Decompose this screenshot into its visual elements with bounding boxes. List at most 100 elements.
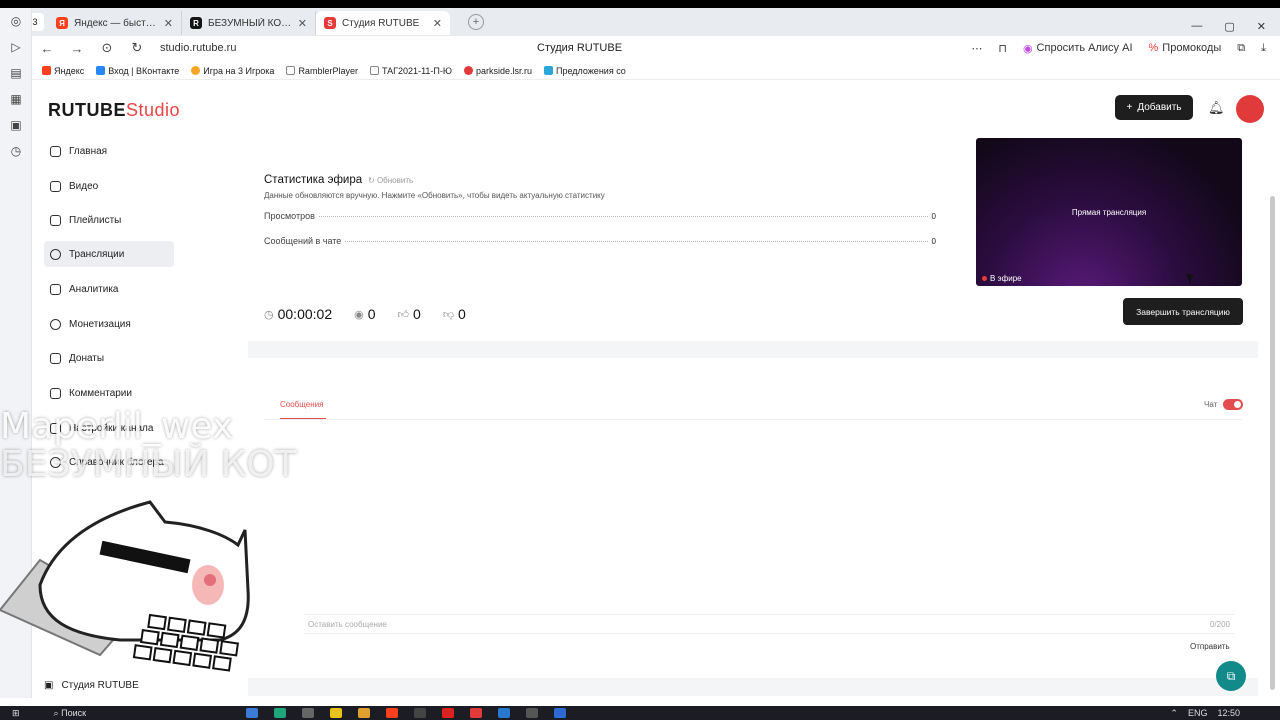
app-icon[interactable] [554,708,566,718]
opera-icon[interactable] [442,708,454,718]
ruble-icon [50,318,61,330]
bookmark-item[interactable]: parkside.lsr.ru [463,66,532,76]
close-window-icon[interactable]: ✕ [1257,20,1266,33]
play-icon[interactable]: ▷ [0,34,32,60]
tab-messages[interactable]: Сообщения [280,400,323,409]
clock[interactable]: 12:50 [1217,708,1240,719]
sidebar-item-home[interactable]: Главная [44,138,174,164]
reload-icon[interactable]: ↻ [122,40,152,56]
minimize-icon[interactable]: — [1191,20,1202,33]
yandex-icon: Я [56,17,68,29]
sidebar-item-video[interactable]: Видео [44,173,174,199]
sidebar-item-monetization[interactable]: Монетизация [44,311,174,337]
tab-cat-video[interactable]: R БЕЗУМНЫЙ КОТ. Смотреть ✕ [182,11,316,35]
app-icon[interactable] [274,708,286,718]
thumbs-down-icon: 👎︎ [442,308,454,321]
stream-preview[interactable]: Прямая трансляция В эфире [976,138,1242,286]
chat-toggle-label: Чат [1204,400,1218,409]
notes-icon[interactable]: ▦ [0,86,32,112]
lang-indicator[interactable]: ENG [1188,708,1208,719]
message-input[interactable]: Оставить сообщение 0/200 [304,614,1234,634]
bookmark-icon[interactable]: ⊓ [998,42,1007,55]
cat-mascot-image [0,500,250,672]
collections-icon[interactable]: ▤ [0,60,32,86]
refresh-button[interactable]: ↻ Обновить [368,176,413,185]
promo-button[interactable]: % Промокоды [1149,42,1222,54]
logo-main: RUTUBE [48,100,126,120]
forward-icon[interactable]: → [62,41,92,56]
stream-stats-card: Статистика эфира ↻ Обновить Данные обнов… [248,136,1258,341]
dot-leader [318,216,928,217]
tab-yandex[interactable]: Я Яндекс — быстрый поиск ✕ [48,11,182,35]
parkside-icon [463,66,473,75]
download-icon[interactable]: ⤓ [1261,42,1266,55]
sidebar-item-analytics[interactable]: Аналитика [44,276,174,302]
likes-metric: 👍︎ 0 [398,306,421,322]
protect-icon[interactable]: ⊙ [92,40,122,56]
add-button[interactable]: + Добавить [1115,95,1193,120]
new-tab-button[interactable]: + [468,14,484,30]
yandex-browser-icon[interactable] [386,708,398,718]
app-icon[interactable] [330,708,342,718]
taskbar: ⊞ ⌕ Поиск ⌃ ENG 12:50 [0,706,1280,720]
live-label: В эфире [990,274,1022,283]
close-icon[interactable]: ✕ [298,17,307,30]
offers-icon [544,66,553,75]
app-icon[interactable] [246,708,258,718]
yandex-icon[interactable] [470,708,482,718]
yandex-side-icon[interactable]: ◎ [0,8,32,34]
app-icon[interactable] [414,708,426,718]
send-button[interactable]: Отправить [1190,642,1230,651]
sidebar-item-comments[interactable]: Комментарии [44,380,174,406]
more-icon[interactable]: ⋯ [971,42,982,55]
bookmark-item[interactable]: Вход | ВКонтакте [96,66,179,76]
bookmark-label: Вход | ВКонтакте [108,65,180,76]
app-icon[interactable] [302,708,314,718]
tab-divider [264,419,1242,420]
back-icon[interactable]: ← [32,41,62,56]
avatar[interactable] [1236,95,1264,123]
close-icon[interactable]: ✕ [164,17,173,30]
footer-label: Студия RUTUBE [61,680,139,691]
gear-icon [50,422,61,434]
bookmark-item[interactable]: Игра на 3 Игрока [191,66,274,76]
chat-toggle[interactable]: Чат [1204,399,1244,410]
sidebar-item-streams[interactable]: Трансляции [44,241,174,267]
browser-tab-strip: 3 Я Яндекс — быстрый поиск ✕ R БЕЗУМНЫЙ … [0,8,1280,36]
bookmark-item[interactable]: ТАГ2021-11-П-Ю [369,66,452,76]
end-stream-button[interactable]: Завершить трансляцию [1123,298,1243,325]
sidebar-item-settings[interactable]: Настройки канала [44,415,174,441]
tabs-icon[interactable]: ▣ [0,112,32,138]
help-chat-button[interactable]: ⧉ [1216,661,1246,691]
maximize-icon[interactable]: ▢ [1224,20,1234,33]
app-icon[interactable] [526,708,538,718]
bookmark-item[interactable]: RamblerPlayer [286,66,358,76]
sidebar-item-donations[interactable]: Донаты [44,345,174,371]
taskbar-search[interactable]: ⌕ Поиск [54,708,87,719]
bookmark-item[interactable]: Предложения со [544,66,626,76]
url-field[interactable]: studio.rutube.ru [160,42,236,54]
bell-icon[interactable]: 🔔︎ [1208,100,1225,116]
vk-icon [96,66,106,75]
chevron-up-icon[interactable]: ⌃ [1170,708,1178,719]
sidebar-item-playlists[interactable]: Плейлисты [44,207,174,233]
tab-rutube-studio[interactable]: S Студия RUTUBE ✕ [316,11,450,35]
windows-start-icon[interactable]: ⊞ [12,708,20,719]
system-tray: ⌃ ENG 12:50 [1170,708,1240,719]
app-header: RUTUBEStudio + Добавить 🔔︎ [32,82,1280,136]
page-icon [286,66,296,75]
toggle-switch[interactable] [1223,399,1244,410]
folder-icon[interactable] [358,708,370,718]
close-icon[interactable]: ✕ [433,17,442,30]
history-icon[interactable]: ◷ [0,138,32,164]
sidebar-footer[interactable]: ▣ Студия RUTUBE [44,680,139,691]
rutube-studio-logo[interactable]: RUTUBEStudio [48,100,180,121]
alice-icon: ◉ [1022,42,1033,55]
viewer-icon: ◉ [354,308,364,321]
sidebar-item-guide[interactable]: Справочник блогера [44,449,174,475]
tabs-panel-icon[interactable]: ⧉ [1237,42,1245,55]
scrollbar[interactable] [1270,196,1275,690]
app-icon[interactable] [498,708,510,718]
bookmark-item[interactable]: Яндекс [42,66,84,76]
ask-alice-button[interactable]: ◉ Спросить Алису AI [1023,42,1133,55]
